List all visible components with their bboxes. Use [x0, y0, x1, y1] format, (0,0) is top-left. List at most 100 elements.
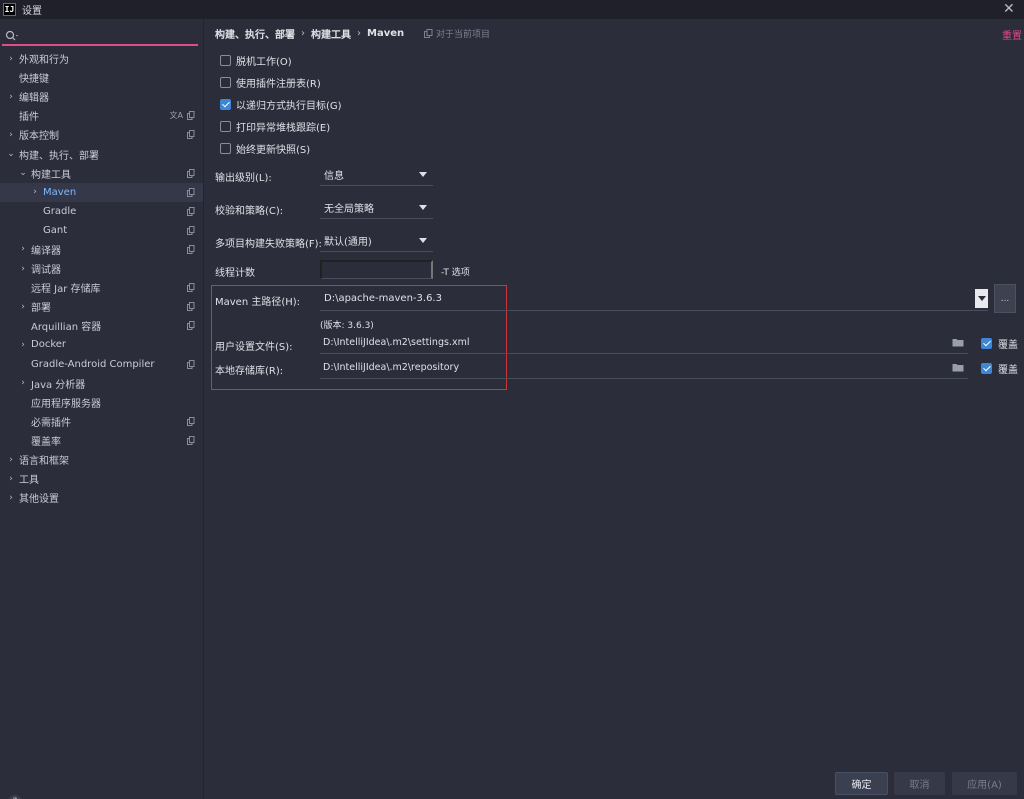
sidebar-item-label: 其他设置 [19, 494, 59, 506]
window-title: 设置 [22, 6, 42, 17]
ok-button[interactable]: 确定 [835, 772, 888, 795]
sidebar-item-label: Gant [43, 224, 68, 236]
sidebar-item[interactable]: 覆盖率 [0, 431, 203, 450]
sidebar-item[interactable]: › Maven [0, 182, 203, 202]
sidebar-item-label: 调试器 [31, 265, 61, 277]
sidebar-item-label: 快捷键 [19, 74, 49, 86]
sidebar-item[interactable]: 插件 文A [0, 106, 203, 125]
sidebar-item[interactable]: › 编译器 [0, 240, 203, 259]
sidebar-item-label: 构建、执行、部署 [19, 150, 99, 162]
user-settings-override-checkbox[interactable] [981, 338, 992, 349]
settings-tree: › 外观和行为 快捷键 › 编辑器 插件 文A › 版本控制 ⌄ 构建、执行、部署 ⌄ 构建工具 › Mav… [0, 49, 203, 507]
sidebar-item[interactable]: 快捷键 [0, 68, 203, 87]
sidebar-item[interactable]: › 部署 [0, 297, 203, 316]
recursive-goals-checkbox[interactable] [220, 99, 231, 110]
project-scope-icon [187, 206, 195, 216]
sidebar-item-label: Maven [43, 186, 77, 198]
recursive-goals-option[interactable]: 以递归方式执行目标(G) [220, 97, 342, 112]
sidebar-item[interactable]: › 编辑器 [0, 87, 203, 106]
work-offline-checkbox[interactable] [220, 55, 231, 66]
chevron-right-icon[interactable]: › [6, 92, 16, 102]
sidebar-item[interactable]: › 工具 [0, 469, 203, 488]
sidebar-item[interactable]: 远程 Jar 存储库 [0, 278, 203, 297]
project-scope-icon [187, 111, 195, 121]
sidebar-item[interactable]: › Java 分析器 [0, 374, 203, 393]
user-settings-field[interactable]: D:\IntelliJIdea\.m2\settings.xml [320, 332, 968, 354]
thread-count-input[interactable] [320, 260, 433, 279]
chevron-right-icon[interactable]: › [18, 244, 28, 254]
cancel-button[interactable]: 取消 [894, 772, 945, 795]
local-repo-override[interactable]: 覆盖 [981, 361, 1018, 376]
user-settings-override-label: 覆盖 [998, 340, 1018, 351]
sidebar-item[interactable]: Arquillian 容器 [0, 316, 203, 335]
sidebar-item[interactable]: Gradle-Android Compiler [0, 355, 203, 374]
work-offline-option[interactable]: 脱机工作(O) [220, 53, 292, 68]
reset-link[interactable]: 重置 [1002, 27, 1022, 42]
folder-icon[interactable] [952, 363, 964, 372]
chevron-right-icon[interactable]: › [18, 378, 28, 388]
sidebar-item[interactable]: Gant [0, 221, 203, 240]
sidebar-item[interactable]: › Docker [0, 335, 203, 354]
help-icon[interactable]: ? [8, 795, 22, 799]
chevron-right-icon[interactable]: › [6, 130, 16, 140]
chevron-right-icon[interactable]: › [6, 54, 16, 64]
chevron-right-icon[interactable]: › [6, 455, 16, 465]
sidebar-item-label: Gradle [43, 205, 77, 217]
sidebar-item-label: 语言和框架 [19, 456, 69, 468]
search-input[interactable] [20, 29, 190, 43]
project-scope-icon [187, 168, 195, 178]
output-level-select[interactable]: 信息 [320, 164, 433, 186]
sidebar-item[interactable]: › 语言和框架 [0, 450, 203, 469]
chevron-right-icon[interactable]: › [6, 493, 16, 503]
chevron-down-icon[interactable]: ⌄ [6, 149, 16, 159]
recursive-goals-label: 以递归方式执行目标(G) [236, 101, 342, 112]
sidebar-item[interactable]: › 外观和行为 [0, 49, 203, 68]
breadcrumb-item-build-tools[interactable]: 构建工具 [311, 26, 351, 41]
checksum-policy-value: 无全局策略 [324, 204, 374, 215]
checksum-policy-select[interactable]: 无全局策略 [320, 197, 433, 219]
breadcrumb-item-build[interactable]: 构建、执行、部署 [215, 26, 295, 41]
sidebar-item[interactable]: ⌄ 构建工具 [0, 164, 203, 183]
sidebar-item[interactable]: › 调试器 [0, 259, 203, 278]
sidebar-item-label: 应用程序服务器 [31, 398, 101, 410]
update-snapshots-checkbox[interactable] [220, 143, 231, 154]
chevron-down-icon [419, 172, 427, 177]
sidebar-item[interactable]: 必需插件 [0, 412, 203, 431]
chevron-right-icon[interactable]: › [18, 340, 28, 350]
chevron-right-icon[interactable]: › [18, 264, 28, 274]
print-stacktrace-option[interactable]: 打印异常堆栈跟踪(E) [220, 119, 330, 134]
plugin-registry-checkbox[interactable] [220, 77, 231, 88]
search-box[interactable] [2, 27, 198, 46]
sidebar-item-label: 版本控制 [19, 131, 59, 143]
local-repo-override-checkbox[interactable] [981, 363, 992, 374]
maven-home-field[interactable]: D:\apache-maven-3.6.3 [320, 287, 988, 311]
failure-policy-select[interactable]: 默认(通用) [320, 230, 433, 252]
plugin-registry-option[interactable]: 使用插件注册表(R) [220, 75, 321, 90]
search-icon[interactable] [5, 30, 19, 42]
folder-icon[interactable] [952, 338, 964, 347]
sidebar-item[interactable]: › 版本控制 [0, 125, 203, 144]
sidebar-item[interactable]: 应用程序服务器 [0, 393, 203, 412]
maven-home-dropdown-button[interactable] [975, 289, 988, 308]
project-scope-icon [187, 225, 195, 235]
user-settings-override[interactable]: 覆盖 [981, 336, 1018, 351]
local-repo-label: 本地存储库(R): [215, 366, 284, 377]
sidebar-item-label: 编辑器 [19, 93, 49, 105]
print-stacktrace-checkbox[interactable] [220, 121, 231, 132]
update-snapshots-option[interactable]: 始终更新快照(S) [220, 141, 310, 156]
chevron-right-icon[interactable]: › [30, 187, 40, 197]
local-repo-field[interactable]: D:\IntelliJIdea\.m2\repository [320, 357, 968, 379]
sidebar-item[interactable]: › 其他设置 [0, 488, 203, 507]
close-icon[interactable]: ✕ [1003, 2, 1015, 16]
sidebar-item-label: 必需插件 [31, 417, 71, 429]
chevron-right-icon[interactable]: › [6, 474, 16, 484]
apply-button[interactable]: 应用(A) [952, 772, 1017, 795]
maven-home-browse-button[interactable]: ... [994, 284, 1016, 313]
sidebar-item[interactable]: Gradle [0, 202, 203, 221]
project-scope-icon [187, 435, 195, 445]
sidebar-item-label: 覆盖率 [31, 436, 61, 448]
chevron-right-icon[interactable]: › [18, 302, 28, 312]
sidebar-item-label: 部署 [31, 303, 51, 315]
sidebar-item[interactable]: ⌄ 构建、执行、部署 [0, 144, 203, 163]
chevron-down-icon[interactable]: ⌄ [18, 168, 28, 178]
